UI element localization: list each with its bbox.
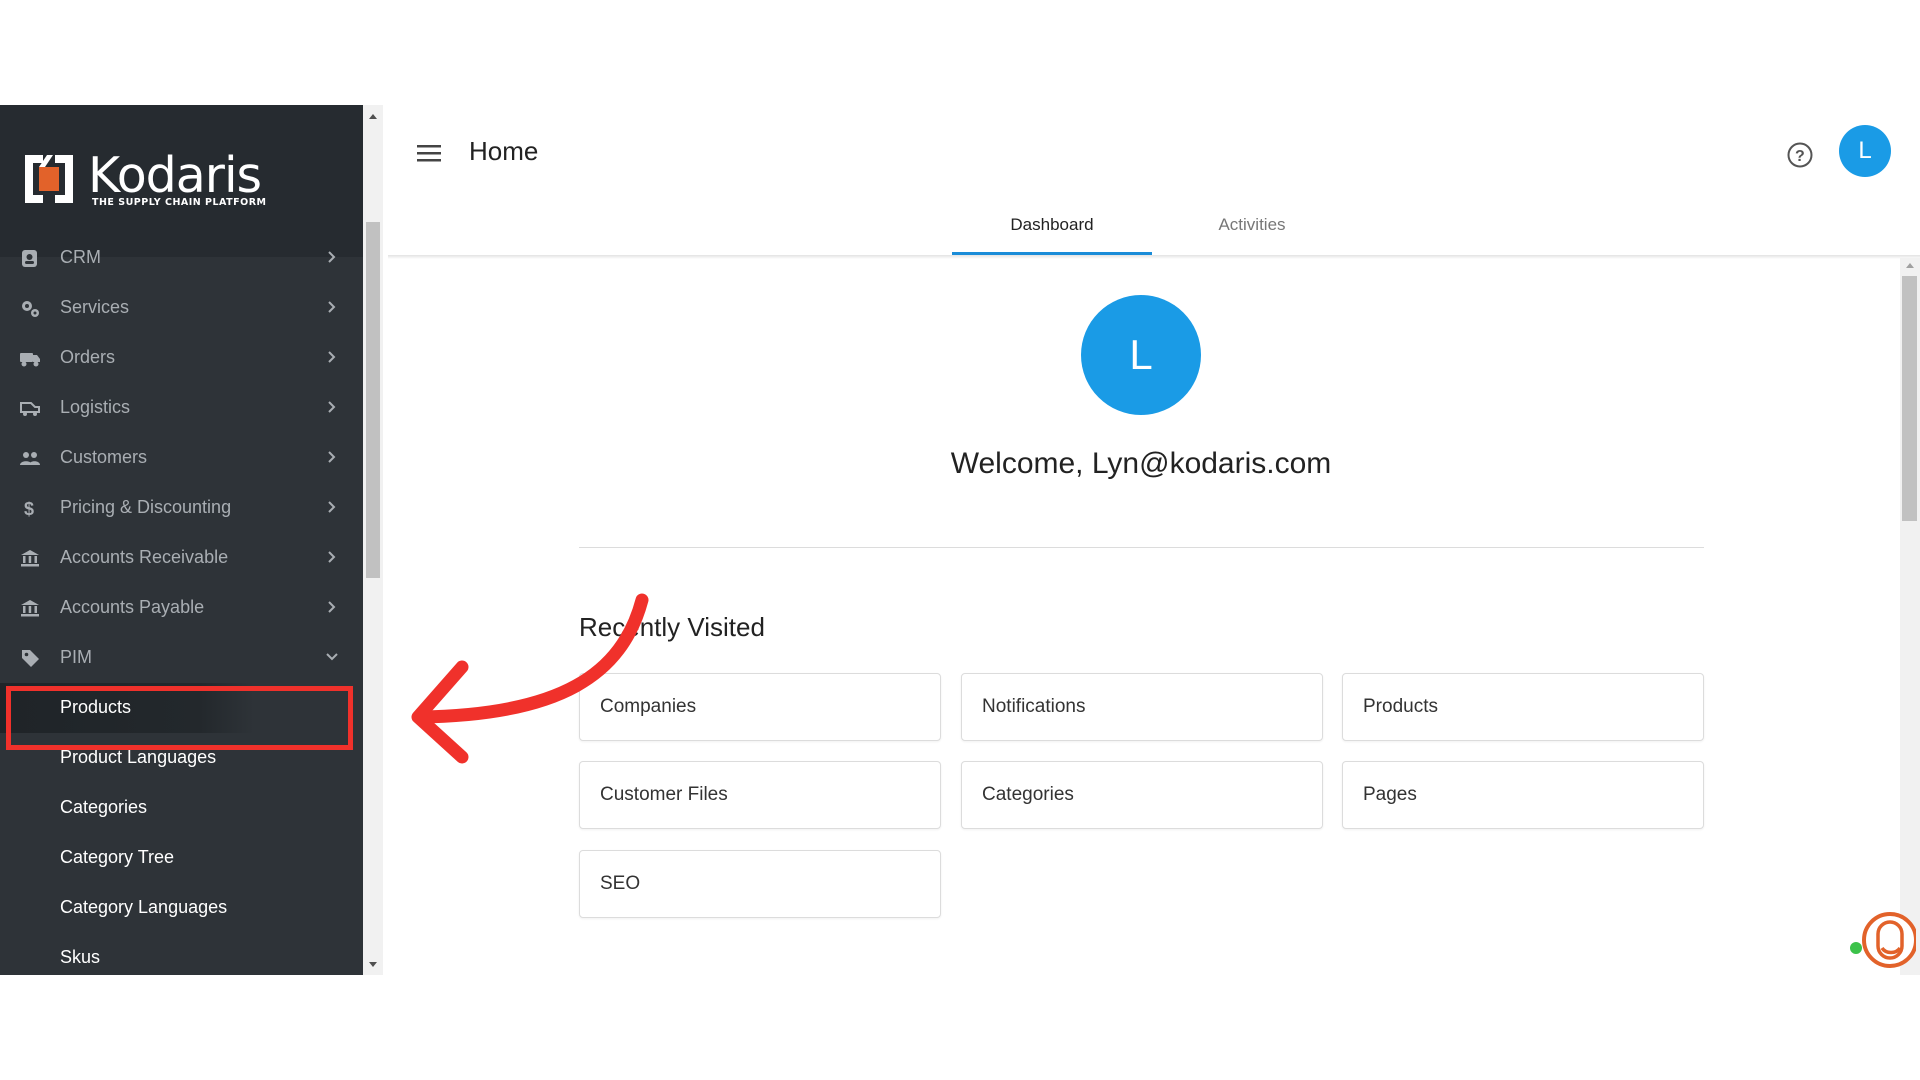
- sidebar-subitem-label: Product Languages: [60, 747, 217, 767]
- sidebar-item-label: Orders: [60, 347, 116, 367]
- chevron-right-icon: [328, 401, 336, 413]
- chevron-down-icon: [326, 653, 338, 661]
- sidebar-subitem-category-languages[interactable]: Category Languages: [0, 883, 363, 933]
- sidebar-item-pim[interactable]: PIM: [0, 633, 363, 683]
- recent-card-notifications[interactable]: Notifications: [961, 673, 1323, 741]
- chevron-right-icon: [328, 501, 336, 513]
- sidebar-subitem-label: Category Tree: [60, 847, 175, 867]
- sidebar-item-accounts-payable[interactable]: Accounts Payable: [0, 583, 363, 633]
- sidebar-subitem-label: Products: [60, 697, 132, 717]
- sidebar-subitem-label: Categories: [60, 797, 148, 817]
- sidebar-scrollbar-thumb[interactable]: [366, 222, 380, 578]
- header-divider: [388, 255, 1920, 259]
- section-divider: [579, 547, 1704, 548]
- truck-icon: [20, 353, 40, 367]
- recent-card-label: SEO: [600, 873, 641, 894]
- sidebar-subitem-label: Category Languages: [60, 897, 228, 917]
- shipping-icon: [20, 402, 40, 416]
- sidebar-item-label: PIM: [60, 647, 93, 667]
- sidebar-item-accounts-receivable[interactable]: Accounts Receivable: [0, 533, 363, 583]
- sidebar-item-pricing[interactable]: $ Pricing & Discounting: [0, 483, 363, 533]
- hamburger-menu-icon[interactable]: [416, 142, 442, 164]
- sidebar-item-label: Logistics: [60, 397, 131, 417]
- chat-support-icon[interactable]: [1846, 910, 1916, 970]
- welcome-message: Welcome, Lyn@kodaris.com: [950, 447, 1332, 480]
- sidebar-nav: CRM Services Orders Logistics Customers …: [0, 245, 363, 975]
- sidebar: Kodaris THE SUPPLY CHAIN PLATFORM CRM Se…: [0, 105, 363, 975]
- chevron-right-icon: [328, 301, 336, 313]
- sidebar-item-orders[interactable]: Orders: [0, 333, 363, 383]
- sidebar-item-crm[interactable]: CRM: [0, 233, 363, 283]
- recent-card-label: Customer Files: [600, 784, 728, 805]
- sidebar-item-label: Customers: [60, 447, 148, 467]
- tab-activities[interactable]: Activities: [1152, 215, 1352, 235]
- chevron-right-icon: [328, 351, 336, 363]
- sidebar-item-label: Accounts Receivable: [60, 547, 229, 567]
- svg-text:$: $: [24, 499, 34, 519]
- recent-card-seo[interactable]: SEO: [579, 850, 941, 918]
- sidebar-item-logistics[interactable]: Logistics: [0, 383, 363, 433]
- logo-wordmark: Kodaris: [88, 147, 262, 204]
- sidebar-subitem-products[interactable]: Products: [0, 683, 363, 733]
- gears-icon: [22, 301, 39, 317]
- recent-card-label: Products: [1363, 696, 1438, 717]
- help-icon[interactable]: ?: [1786, 141, 1814, 169]
- sidebar-item-label: CRM: [60, 247, 101, 267]
- sidebar-subitem-category-tree[interactable]: Category Tree: [0, 833, 363, 883]
- scroll-down-arrow-icon[interactable]: [367, 958, 379, 970]
- sidebar-item-label: Accounts Payable: [60, 597, 205, 617]
- scroll-up-arrow-icon[interactable]: [367, 111, 379, 123]
- sidebar-item-label: Services: [60, 297, 130, 317]
- recent-card-label: Categories: [982, 784, 1074, 805]
- people-icon: [20, 452, 40, 465]
- chevron-right-icon: [328, 451, 336, 463]
- recent-card-label: Pages: [1363, 784, 1417, 805]
- recent-card-products[interactable]: Products: [1342, 673, 1704, 741]
- chevron-right-icon: [328, 551, 336, 563]
- svg-text:?: ?: [1795, 148, 1805, 165]
- recent-card-pages[interactable]: Pages: [1342, 761, 1704, 829]
- bank-icon: [21, 550, 39, 567]
- chevron-right-icon: [328, 251, 336, 263]
- kodaris-logo-icon: [25, 155, 73, 203]
- annotation-arrow-icon: [411, 593, 649, 764]
- recent-card-label: Notifications: [982, 696, 1086, 717]
- sidebar-item-label: Pricing & Discounting: [60, 497, 232, 517]
- user-avatar[interactable]: L: [1839, 125, 1891, 177]
- bank-icon: [21, 600, 39, 617]
- sidebar-subitem-skus[interactable]: Skus: [0, 933, 363, 975]
- tag-icon: [22, 650, 39, 667]
- recent-card-categories[interactable]: Categories: [961, 761, 1323, 829]
- dollar-icon: $: [24, 499, 34, 519]
- logo-tagline: THE SUPPLY CHAIN PLATFORM: [92, 197, 267, 208]
- scroll-up-arrow-icon[interactable]: [1904, 260, 1916, 272]
- sidebar-subitem-label: Skus: [60, 947, 101, 967]
- sidebar-subitem-product-languages[interactable]: Product Languages: [0, 733, 363, 783]
- sidebar-item-services[interactable]: Services: [0, 283, 363, 333]
- sidebar-subitem-categories[interactable]: Categories: [0, 783, 363, 833]
- profile-avatar: L: [1081, 295, 1201, 415]
- chevron-right-icon: [328, 601, 336, 613]
- page-title: Home: [469, 136, 539, 166]
- tab-dashboard[interactable]: Dashboard: [952, 215, 1152, 235]
- contact-card-icon: [22, 250, 37, 267]
- main-scrollbar-thumb[interactable]: [1902, 276, 1917, 521]
- sidebar-item-customers[interactable]: Customers: [0, 433, 363, 483]
